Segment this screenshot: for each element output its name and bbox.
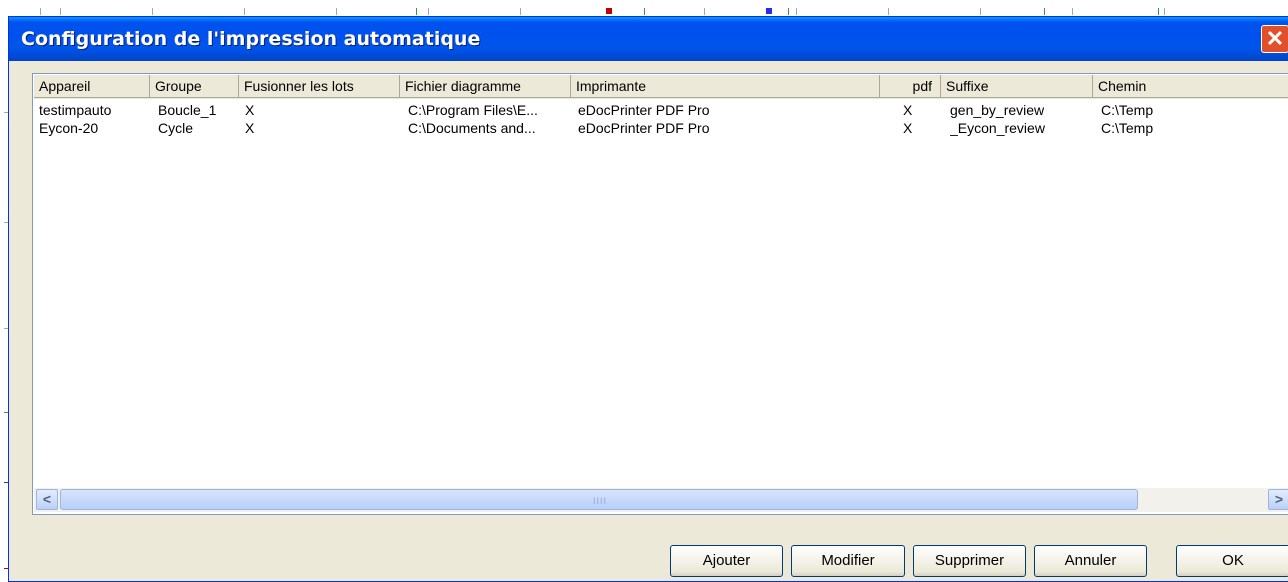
column-header-chart-file[interactable]: Fichier diagramme bbox=[400, 75, 571, 98]
cell-pdf: X bbox=[903, 120, 913, 136]
ruler-tick bbox=[152, 8, 153, 15]
cell-device: testimpauto bbox=[39, 102, 112, 118]
grip-icon: IIII bbox=[593, 496, 608, 506]
column-header-pdf[interactable]: pdf bbox=[880, 75, 941, 98]
cell-group: Boucle_1 bbox=[158, 102, 217, 118]
scrollbar-thumb[interactable]: IIII bbox=[60, 489, 1138, 510]
ruler-tick bbox=[888, 8, 889, 15]
cell-printer: eDocPrinter PDF Pro bbox=[578, 102, 710, 118]
list-header: Appareil Groupe Fusionner les lots Fichi… bbox=[34, 75, 1288, 99]
column-header-merge-batches[interactable]: Fusionner les lots bbox=[239, 75, 400, 98]
window-title: Configuration de l'impression automatiqu… bbox=[21, 28, 481, 50]
ruler-tick bbox=[40, 8, 41, 15]
cell-suffix: gen_by_review bbox=[950, 102, 1045, 118]
ruler-marker bbox=[606, 8, 612, 14]
ruler-tick bbox=[1072, 8, 1073, 15]
cell-merge-batches: X bbox=[245, 102, 255, 118]
cell-path: C:\Temp bbox=[1101, 120, 1154, 136]
ruler-tick bbox=[788, 8, 789, 15]
ruler-tick bbox=[1158, 8, 1159, 15]
column-header-path[interactable]: Chemin bbox=[1093, 75, 1288, 98]
title-bar[interactable]: Configuration de l'impression automatiqu… bbox=[9, 17, 1288, 61]
ruler-marker bbox=[766, 8, 772, 14]
column-header-suffix[interactable]: Suffixe bbox=[941, 75, 1093, 98]
ruler-tick bbox=[244, 8, 245, 15]
ok-button[interactable]: OK bbox=[1176, 545, 1288, 577]
cell-chart-file: C:\Program Files\E... bbox=[408, 102, 538, 118]
close-button[interactable]: ✕ bbox=[1261, 25, 1288, 53]
ruler-tick bbox=[796, 8, 797, 15]
edit-button[interactable]: Modifier bbox=[791, 545, 905, 577]
ruler-tick bbox=[704, 8, 705, 15]
column-header-group[interactable]: Groupe bbox=[150, 75, 239, 98]
chevron-right-icon: > bbox=[1274, 491, 1284, 507]
close-icon: ✕ bbox=[1265, 26, 1285, 51]
cell-chart-file: C:\Documents and... bbox=[408, 120, 536, 136]
ruler-tick bbox=[1044, 8, 1045, 15]
background-side-ruler bbox=[0, 16, 8, 578]
ruler-tick bbox=[416, 8, 417, 15]
column-header-device[interactable]: Appareil bbox=[34, 75, 150, 98]
ruler-tick bbox=[428, 8, 429, 15]
ruler-tick bbox=[1164, 8, 1165, 15]
delete-button[interactable]: Supprimer bbox=[913, 545, 1026, 577]
ruler-tick bbox=[644, 8, 645, 15]
horizontal-scrollbar[interactable]: < IIII > bbox=[34, 488, 1288, 512]
cell-suffix: _Eycon_review bbox=[950, 120, 1045, 136]
cancel-button[interactable]: Annuler bbox=[1034, 545, 1147, 577]
auto-print-config-dialog: Configuration de l'impression automatiqu… bbox=[8, 16, 1288, 582]
ruler-tick bbox=[336, 8, 337, 15]
scroll-left-button[interactable]: < bbox=[36, 489, 58, 510]
cell-device: Eycon-20 bbox=[39, 120, 99, 136]
cell-pdf: X bbox=[903, 102, 913, 118]
ruler-tick bbox=[60, 8, 61, 15]
cell-printer: eDocPrinter PDF Pro bbox=[578, 120, 710, 136]
table-row[interactable]: Eycon-20 Cycle X C:\Documents and... eDo… bbox=[34, 119, 1288, 137]
add-button[interactable]: Ajouter bbox=[670, 545, 783, 577]
ruler-tick bbox=[980, 8, 981, 15]
scroll-right-button[interactable]: > bbox=[1268, 489, 1288, 510]
chevron-left-icon: < bbox=[42, 491, 52, 507]
background-ruler bbox=[0, 0, 1288, 16]
cell-merge-batches: X bbox=[245, 120, 255, 136]
cell-group: Cycle bbox=[158, 120, 194, 136]
print-config-list[interactable]: Appareil Groupe Fusionner les lots Fichi… bbox=[32, 73, 1288, 515]
cell-path: C:\Temp bbox=[1101, 102, 1154, 118]
column-header-printer[interactable]: Imprimante bbox=[571, 75, 880, 98]
ruler-tick bbox=[520, 8, 521, 15]
table-row[interactable]: testimpauto Boucle_1 X C:\Program Files\… bbox=[34, 101, 1288, 119]
